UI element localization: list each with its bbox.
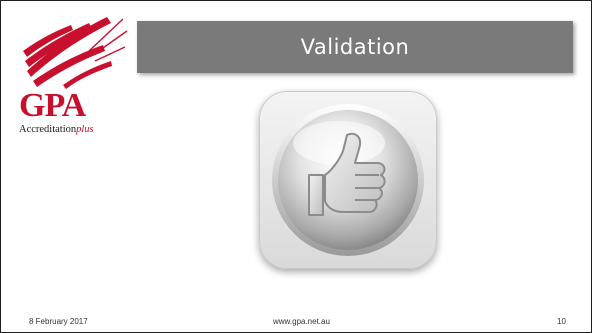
logo-subtitle-accent: plus [76,124,94,135]
thumbs-up-badge [259,91,437,269]
slide-title: Validation [300,35,410,59]
page-number: 10 [557,317,566,326]
thumbs-up-icon [272,104,424,256]
title-bar: Validation [137,21,573,73]
logo-subtitle: Accreditationplus [19,124,94,135]
footer-url: www.gpa.net.au [273,317,330,326]
footer-date: 8 February 2017 [29,317,88,326]
gpa-logo: GPA Accreditationplus [19,11,129,135]
slide: GPA Accreditationplus Validation 8 Febru… [0,0,592,333]
logo-subtitle-main: Accreditation [19,124,77,135]
logo-wordmark: GPA [19,87,86,124]
gpa-swoosh-icon [23,17,128,89]
